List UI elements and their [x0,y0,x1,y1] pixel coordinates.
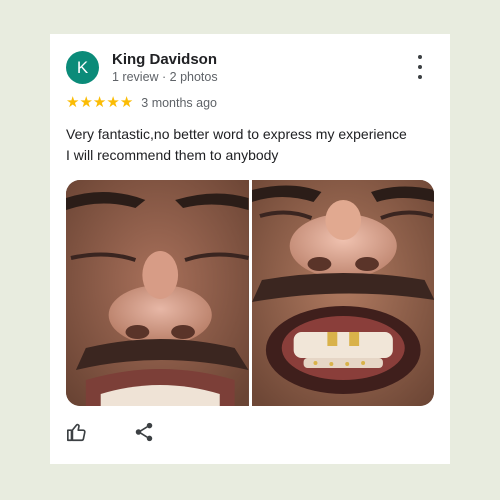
star-rating: ★ ★ ★ ★ ★ [66,95,133,111]
action-row [66,421,155,443]
share-icon[interactable] [133,421,155,443]
star-icon: ★ [119,94,134,111]
review-date: 3 months ago [141,96,218,110]
thumbs-up-icon[interactable] [66,421,88,443]
review-photo-1[interactable] [66,180,249,406]
more-vert-icon[interactable] [412,55,428,79]
review-text-line: I will recommend them to anybody [66,147,279,163]
menu-dot [418,55,422,59]
review-photo-2[interactable] [251,180,434,406]
author-name[interactable]: King Davidson [112,51,217,68]
rating-row: ★ ★ ★ ★ ★ 3 months ago [66,95,217,111]
face-photo-icon [66,180,249,406]
star-icon: ★ [79,94,93,111]
menu-dot [418,75,422,79]
star-icon: ★ [66,94,80,111]
photo-strip [66,180,434,406]
review-text: Very fantastic,no better word to express… [66,124,436,166]
review-text-line: Very fantastic,no better word to express… [66,126,407,142]
review-card: K King Davidson 1 review · 2 photos ★ ★ … [50,34,450,464]
face-photo-icon [251,180,434,406]
star-icon: ★ [106,94,120,111]
star-icon: ★ [92,94,107,111]
avatar[interactable]: K [66,51,99,84]
author-meta: 1 review · 2 photos [112,70,218,84]
menu-dot [418,65,422,69]
